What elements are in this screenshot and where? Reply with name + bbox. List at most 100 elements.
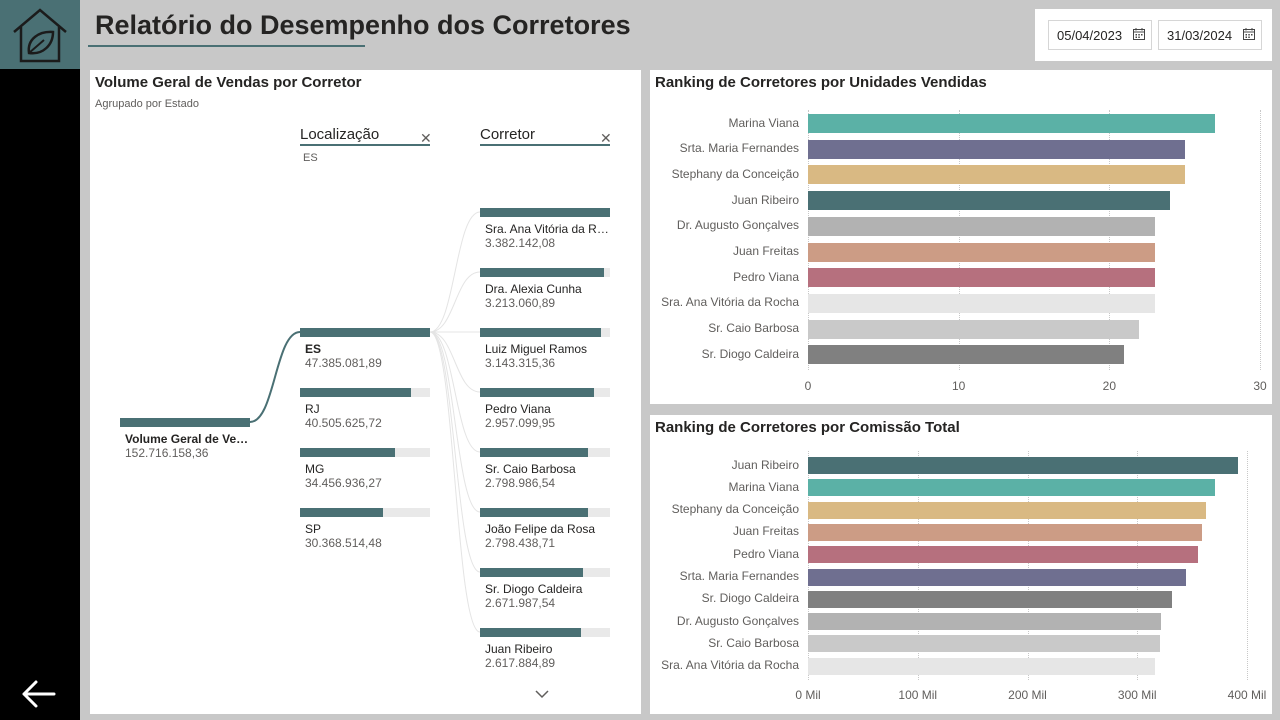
bar[interactable] — [808, 345, 1125, 365]
node-value: 3.213.060,89 — [485, 296, 556, 310]
tree-node[interactable]: Sr. Caio Barbosa 2.798.986,54 — [480, 448, 610, 490]
calendar-icon[interactable] — [1133, 28, 1145, 40]
node-label: SP — [305, 522, 322, 536]
end-date-input[interactable]: 31/03/2024 — [1158, 20, 1262, 50]
node-bar — [300, 388, 430, 397]
bar[interactable] — [808, 139, 1185, 159]
tree-node[interactable]: Sra. Ana Vitória da Rocha 3.382.142,08 — [480, 208, 615, 250]
tree-node[interactable]: SP 30.368.514,48 — [300, 508, 430, 550]
tree-connector — [429, 331, 481, 633]
node-bar-fill — [480, 628, 581, 637]
tree-node[interactable]: Volume Geral de Vendas 152.716.158,36 — [120, 418, 255, 460]
node-bar — [480, 448, 610, 457]
node-label: Juan Ribeiro — [485, 642, 553, 656]
category-label: Sr. Diogo Caldeira — [701, 591, 799, 606]
back-button[interactable] — [20, 676, 60, 712]
bar[interactable] — [808, 635, 1161, 653]
bar[interactable] — [808, 191, 1170, 211]
close-icon[interactable]: ✕ — [600, 131, 612, 145]
bar[interactable] — [808, 242, 1155, 262]
category-label: Sr. Caio Barbosa — [708, 321, 799, 336]
end-date-value: 31/03/2024 — [1167, 27, 1233, 43]
bar[interactable] — [808, 590, 1173, 608]
leaf-house-icon — [13, 7, 67, 62]
category-label: Juan Ribeiro — [731, 192, 799, 207]
tree-node[interactable]: Dra. Alexia Cunha 3.213.060,89 — [480, 268, 610, 310]
gridline — [1247, 451, 1248, 680]
node-value: 40.505.625,72 — [305, 416, 382, 430]
x-tick-label: 300 Mil — [1117, 688, 1157, 702]
bar[interactable] — [808, 479, 1216, 497]
start-date-input[interactable]: 05/04/2023 — [1048, 20, 1152, 50]
category-label: Dr. Augusto Gonçalves — [676, 218, 799, 233]
node-value: 34.456.936,27 — [305, 476, 382, 490]
node-bar-fill — [300, 328, 430, 337]
bar[interactable] — [808, 165, 1185, 185]
node-value: 2.671.987,54 — [485, 596, 556, 610]
node-value: 2.798.438,71 — [485, 536, 556, 550]
close-icon[interactable]: ✕ — [420, 131, 432, 145]
x-tick-label: 400 Mil — [1227, 688, 1267, 702]
tree-node[interactable]: Luiz Miguel Ramos 3.143.315,36 — [480, 328, 610, 370]
page-title: Relatório do Desempenho dos Corretores — [95, 10, 631, 40]
tree-connector — [429, 211, 481, 333]
bar[interactable] — [808, 293, 1155, 313]
category-label: Stephany da Conceição — [671, 502, 799, 517]
tree-connector — [249, 331, 301, 423]
node-bar — [480, 628, 610, 637]
node-value: 3.143.315,36 — [485, 356, 556, 370]
tree-node[interactable]: Pedro Viana 2.957.099,95 — [480, 388, 610, 430]
node-bar-fill — [300, 448, 395, 457]
x-tick-label: 0 Mil — [795, 688, 821, 702]
tree-node[interactable]: João Felipe da Rosa 2.798.438,71 — [480, 508, 610, 550]
tree-node[interactable]: ES 47.385.081,89 — [300, 328, 430, 370]
node-label: Luiz Miguel Ramos — [485, 342, 588, 356]
node-bar-fill — [300, 388, 411, 397]
bar[interactable] — [808, 613, 1162, 631]
category-label: Srta. Maria Fernandes — [679, 569, 799, 583]
category-label: Sra. Ana Vitória da Rocha — [661, 295, 799, 310]
tree-connector — [429, 271, 481, 333]
bar[interactable] — [808, 523, 1202, 541]
bar[interactable] — [808, 216, 1155, 236]
node-label: João Felipe da Rosa — [485, 522, 596, 536]
bar[interactable] — [808, 457, 1239, 474]
bar[interactable] — [808, 568, 1186, 586]
tree-node[interactable]: MG 34.456.936,27 — [300, 448, 430, 490]
node-bar — [480, 388, 610, 397]
node-bar-fill — [480, 208, 610, 217]
bar[interactable] — [808, 319, 1140, 339]
bar[interactable] — [808, 114, 1215, 133]
category-label: Marina Viana — [728, 479, 800, 494]
calendar-icon[interactable] — [1243, 28, 1255, 40]
node-value: 152.716.158,36 — [125, 446, 209, 460]
node-bar — [120, 418, 250, 427]
x-tick-label: 200 Mil — [1008, 688, 1047, 702]
node-bar-fill — [120, 418, 250, 427]
node-label: Sra. Ana Vitória da Rocha — [485, 222, 615, 236]
category-label: Sra. Ana Vitória da Rocha — [661, 658, 799, 673]
category-label: Marina Viana — [728, 115, 800, 130]
bar[interactable] — [808, 657, 1155, 675]
node-label: Sr. Diogo Caldeira — [485, 582, 583, 596]
logo[interactable] — [0, 0, 80, 69]
node-value: 2.957.099,95 — [485, 416, 556, 430]
bar[interactable] — [808, 546, 1198, 564]
node-label: Volume Geral de Vendas — [125, 432, 255, 446]
bar[interactable] — [808, 501, 1207, 519]
expand-more-button[interactable] — [534, 686, 550, 704]
tree-connector — [429, 331, 481, 573]
level-header-label: Localização — [300, 126, 380, 143]
category-label: Juan Ribeiro — [731, 457, 799, 472]
node-bar-fill — [480, 568, 583, 577]
tree-node[interactable]: RJ 40.505.625,72 — [300, 388, 430, 430]
node-value: 3.382.142,08 — [485, 236, 556, 250]
tree-node[interactable]: Sr. Diogo Caldeira 2.671.987,54 — [480, 568, 610, 610]
commission-bar-chart: 0 Mil 100 Mil 200 Mil 300 Mil 400 Mil Juan Ri… — [650, 415, 1272, 714]
tree-node[interactable]: Juan Ribeiro 2.617.884,89 — [480, 628, 610, 670]
gridline — [1260, 110, 1261, 370]
bar[interactable] — [808, 268, 1155, 288]
node-label: Dra. Alexia Cunha — [485, 282, 582, 296]
node-bar-fill — [480, 328, 601, 337]
arrow-left-icon — [22, 680, 56, 708]
